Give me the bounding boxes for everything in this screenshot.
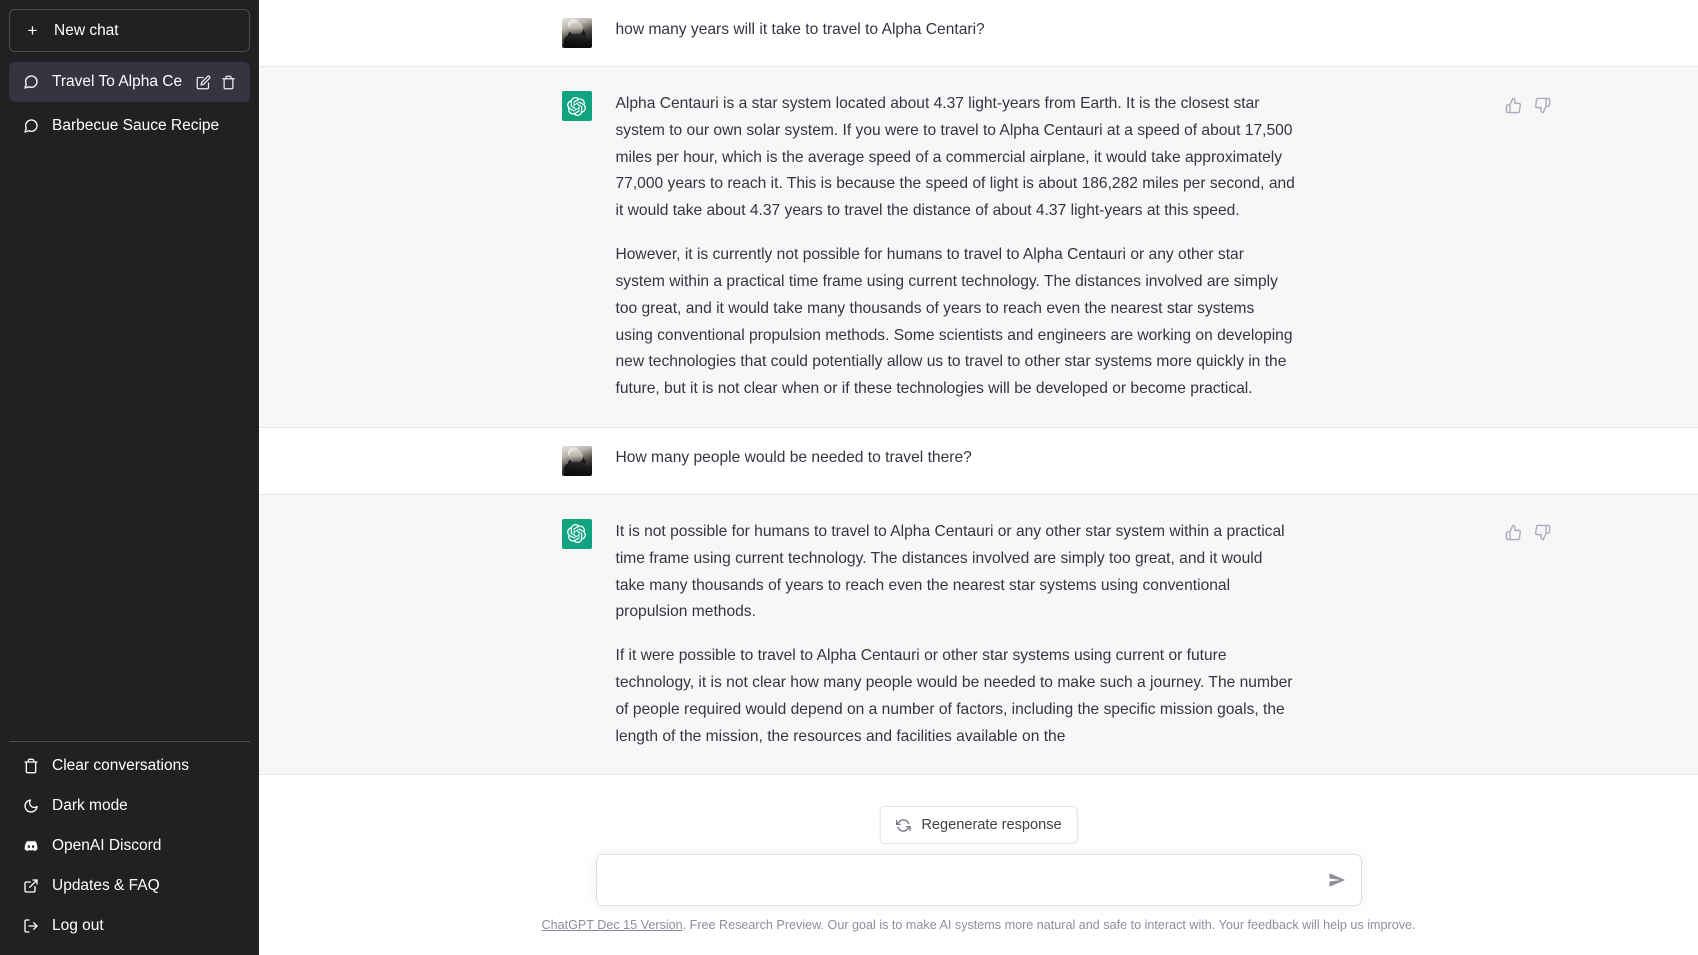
thumbs-down-icon[interactable]: [1532, 522, 1554, 544]
message-row-assistant: Alpha Centauri is a star system located …: [259, 66, 1698, 428]
message-row-user: How many people would be needed to trave…: [259, 427, 1698, 494]
message-row-assistant: It is not possible for humans to travel …: [259, 493, 1698, 776]
message-paragraph: Alpha Centauri is a star system located …: [615, 95, 1295, 220]
thumbs-up-icon[interactable]: [1503, 94, 1525, 116]
message-paragraph: If it were possible to travel to Alpha C…: [615, 647, 1293, 745]
message-paragraph: how many years will it take to travel to…: [615, 21, 985, 38]
thumbs-up-icon[interactable]: [1503, 522, 1525, 544]
logout-icon: [23, 918, 39, 934]
message-body: how many years will it take to travel to…: [616, 18, 1296, 48]
sidebar-item-log-out[interactable]: Log out: [9, 906, 250, 946]
trash-icon[interactable]: [221, 75, 236, 90]
message-body: Alpha Centauri is a star system located …: [616, 91, 1296, 403]
conversation-title: Barbecue Sauce Recipe: [52, 118, 220, 134]
new-chat-label: New chat: [54, 21, 119, 39]
chatgpt-app: + New chat Travel To Alpha Centauri: [0, 0, 1698, 955]
openai-logo-icon: [561, 91, 592, 121]
main-panel: how many years will it take to travel to…: [259, 0, 1698, 955]
user-photo-avatar: [561, 18, 592, 48]
sidebar-item-label: Dark mode: [52, 797, 128, 815]
message-composer[interactable]: [595, 854, 1362, 907]
message-paragraph: However, it is currently not possible fo…: [615, 246, 1293, 398]
regenerate-response-label: Regenerate response: [921, 817, 1062, 834]
new-chat-button[interactable]: + New chat: [9, 9, 250, 52]
composer-area: Regenerate response ChatGPT Dec 15 Versi…: [259, 794, 1698, 955]
footer-notice: . Free Research Preview. Our goal is to …: [682, 918, 1416, 933]
send-arrow-icon[interactable]: [1323, 866, 1351, 894]
message-body: It is not possible for humans to travel …: [616, 519, 1296, 751]
pencil-icon[interactable]: [196, 75, 211, 90]
sidebar-bottom-menu: Clear conversations Dark mode OpenAI Dis…: [9, 741, 250, 946]
sidebar-item-label: Log out: [52, 917, 104, 935]
message-feedback: [1503, 522, 1554, 544]
regenerate-response-button[interactable]: Regenerate response: [879, 806, 1078, 845]
sidebar-conversation-barbecue-sauce-recipe[interactable]: Barbecue Sauce Recipe: [9, 106, 250, 146]
sidebar-item-label: Updates & FAQ: [52, 877, 160, 895]
sidebar-item-clear-conversations[interactable]: Clear conversations: [9, 746, 250, 786]
moon-icon: [23, 798, 39, 814]
message-paragraph: How many people would be needed to trave…: [615, 448, 972, 466]
message-body: How many people would be needed to trave…: [616, 446, 1296, 476]
chat-bubble-icon: [23, 118, 39, 134]
message-paragraph: It is not possible for humans to travel …: [615, 522, 1285, 621]
conversation-title: Travel To Alpha Centauri: [52, 74, 183, 90]
sidebar-item-updates-and-faq[interactable]: Updates & FAQ: [9, 866, 250, 906]
thumbs-down-icon[interactable]: [1532, 94, 1554, 116]
sidebar-item-dark-mode[interactable]: Dark mode: [9, 786, 250, 826]
plus-icon: +: [27, 21, 38, 40]
footer-note: ChatGPT Dec 15 Version. Free Research Pr…: [541, 916, 1415, 955]
sidebar: + New chat Travel To Alpha Centauri: [0, 0, 259, 955]
discord-icon: [23, 838, 39, 854]
chat-bubble-icon: [23, 74, 39, 90]
refresh-icon: [895, 818, 911, 833]
message-feedback: [1503, 94, 1554, 116]
user-photo-avatar: [561, 445, 592, 476]
external-link-icon: [23, 878, 39, 894]
sidebar-conversation-travel-to-alpha-centauri[interactable]: Travel To Alpha Centauri: [9, 62, 250, 102]
conversation-actions: [196, 75, 236, 90]
openai-logo-icon: [561, 518, 592, 549]
chat-input[interactable]: [596, 855, 1361, 906]
message-row-user: how many years will it take to travel to…: [259, 0, 1698, 66]
sidebar-item-label: Clear conversations: [52, 757, 189, 775]
version-link[interactable]: ChatGPT Dec 15 Version: [541, 918, 682, 932]
sidebar-item-openai-discord[interactable]: OpenAI Discord: [9, 826, 250, 866]
trash-icon: [23, 758, 39, 774]
conversation-list: Travel To Alpha Centauri Barbecue Sauce …: [9, 62, 250, 146]
sidebar-item-label: OpenAI Discord: [52, 837, 162, 855]
